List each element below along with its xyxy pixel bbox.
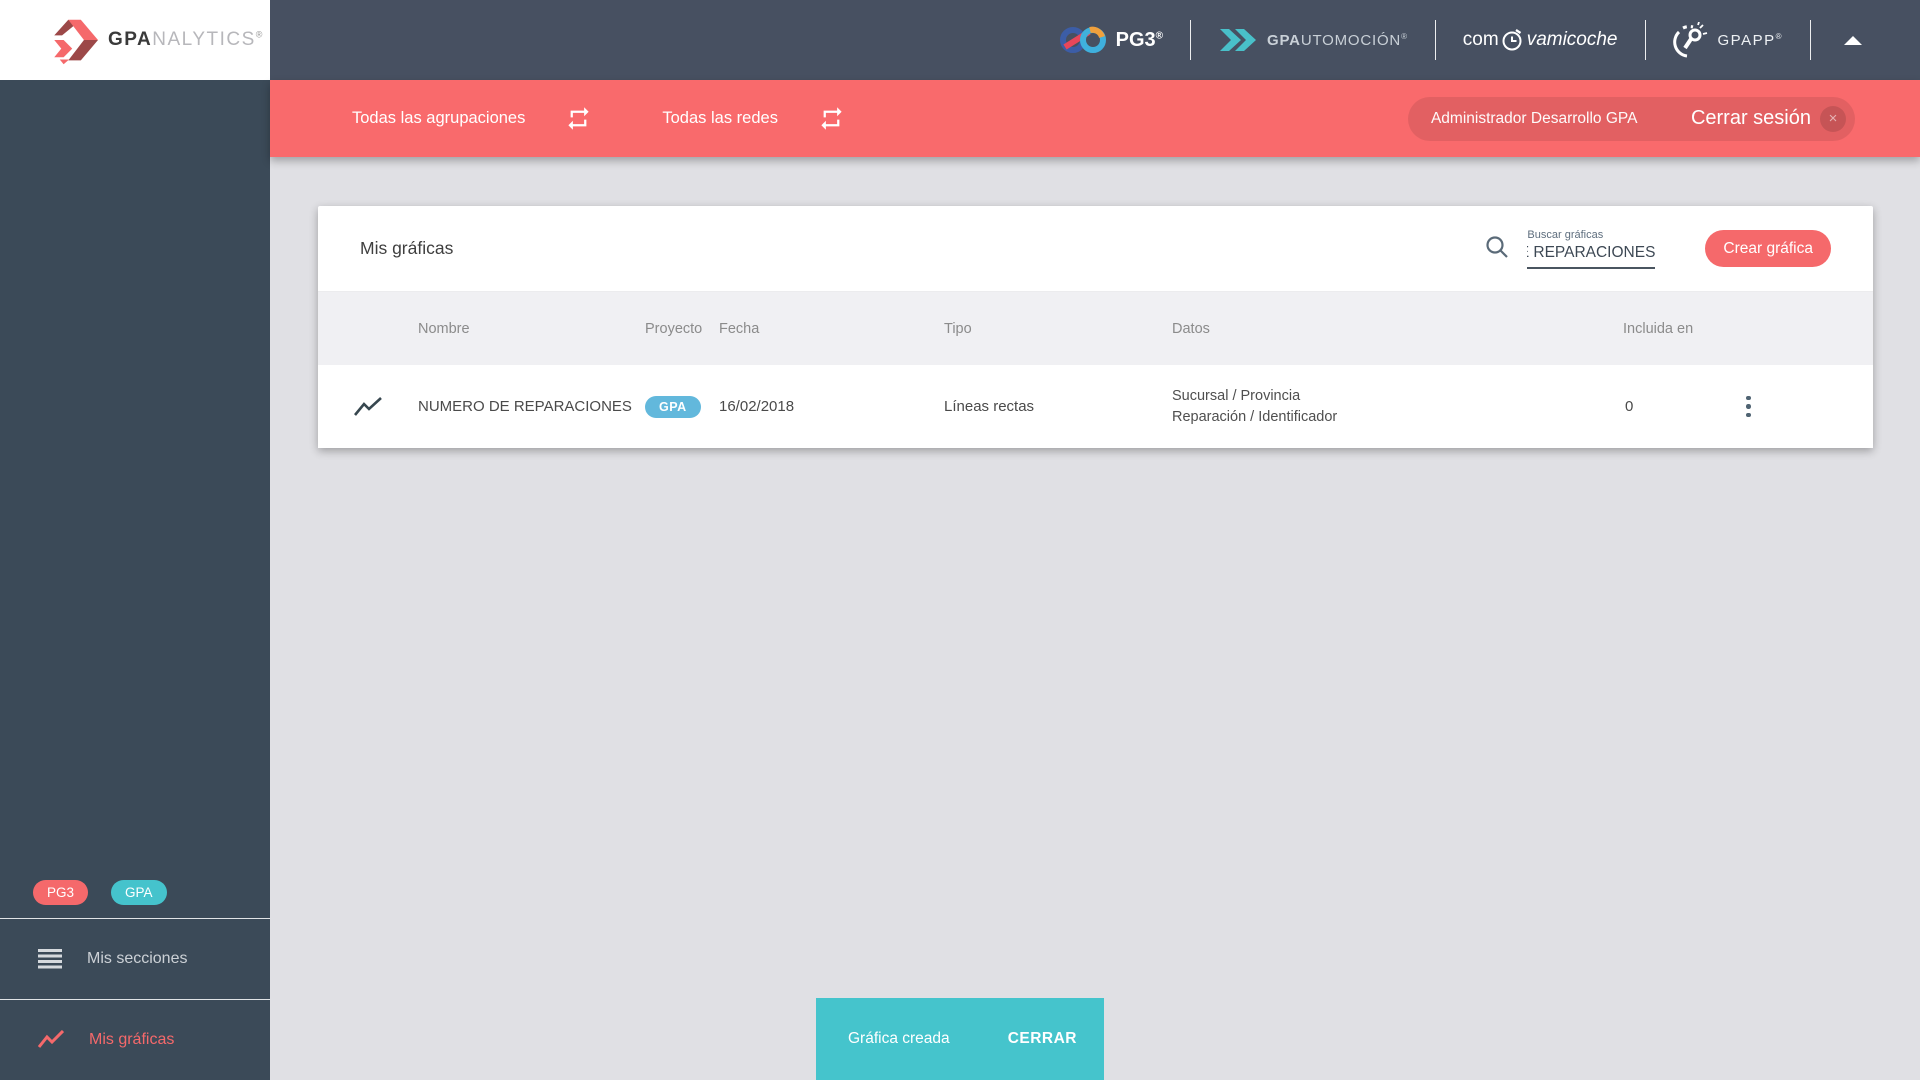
pg3-label: PG3® xyxy=(1115,28,1164,51)
sidebar-item-mis-graficas[interactable]: Mis gráficas xyxy=(0,999,270,1080)
col-incluida-en: Incluida en xyxy=(1623,320,1694,337)
close-icon: × xyxy=(1820,105,1846,132)
col-fecha: Fecha xyxy=(719,320,760,337)
project-badge: GPA xyxy=(645,395,701,418)
badge-gpa[interactable]: GPA xyxy=(111,880,167,905)
search-input[interactable]: DE REPARACIONES xyxy=(1527,244,1656,269)
card-header: Mis gráficas Buscar gráficas DE REPARACI… xyxy=(318,206,1873,291)
table-row[interactable]: NUMERO DE REPARACIONES GPA 16/02/2018 Lí… xyxy=(318,365,1873,448)
chart-line-icon xyxy=(354,396,382,418)
mis-graficas-card: Mis gráficas Buscar gráficas DE REPARACI… xyxy=(318,206,1873,448)
groupings-selector[interactable]: Todas las agrupaciones xyxy=(352,109,525,128)
gpapp-wrench-icon xyxy=(1672,22,1707,58)
brand-pg3[interactable]: PG3® xyxy=(1059,22,1163,58)
toast-close-button[interactable]: CERRAR xyxy=(1008,1030,1077,1048)
main-area: Todas las agrupaciones Todas las redes C… xyxy=(270,80,1920,1080)
body: PG3 GPA Mis secciones Mis gráficas Todas… xyxy=(0,80,1920,1080)
sidebar-item-label: Mis gráficas xyxy=(89,1031,175,1048)
chart-line-icon xyxy=(38,1030,64,1048)
user-session-pill: Cerrar sesión × xyxy=(1407,96,1855,141)
cell-nombre: NUMERO DE REPARACIONES xyxy=(418,398,632,415)
gpautomocion-arrow-icon xyxy=(1220,29,1257,51)
gpapp-label: GPAPP® xyxy=(1717,31,1783,49)
topbar: GPANALYTICS® PG3® GPAUTOMOCIÓN® com vami… xyxy=(0,0,1920,80)
collapse-header-icon[interactable] xyxy=(1844,35,1862,45)
more-vert-icon[interactable] xyxy=(1742,392,1755,422)
divider xyxy=(1434,20,1436,60)
table-header: Nombre Proyecto Fecha Tipo Datos Incluid… xyxy=(318,291,1873,365)
gpautomocion-label: GPAUTOMOCIÓN® xyxy=(1267,31,1408,49)
toast-message: Gráfica creada xyxy=(848,1030,950,1047)
sidebar-item-label: Mis secciones xyxy=(87,950,188,967)
filterbar: Todas las agrupaciones Todas las redes C… xyxy=(270,80,1920,157)
brand-gpautomocion[interactable]: GPAUTOMOCIÓN® xyxy=(1218,25,1408,55)
col-nombre: Nombre xyxy=(418,320,470,337)
gpa-analytics-logo: GPANALYTICS® xyxy=(0,0,270,80)
networks-selector[interactable]: Todas las redes xyxy=(662,109,778,128)
divider xyxy=(1644,20,1646,60)
content: Mis gráficas Buscar gráficas DE REPARACI… xyxy=(270,157,1920,448)
cell-tipo: Líneas rectas xyxy=(944,398,1035,415)
sidebar: PG3 GPA Mis secciones Mis gráficas xyxy=(0,80,270,1080)
gpa-analytics-emblem-icon xyxy=(54,19,98,65)
logout-button[interactable]: Cerrar sesión × xyxy=(1691,105,1846,132)
topbar-brands: PG3® GPAUTOMOCIÓN® com vamicoche GPAPP® xyxy=(270,0,1920,80)
user-field[interactable] xyxy=(1430,109,1645,128)
cell-incluida-en: 0 xyxy=(1625,398,1634,415)
create-chart-button[interactable]: Crear gráfica xyxy=(1705,230,1831,267)
app-root: GPANALYTICS® PG3® GPAUTOMOCIÓN® com vami… xyxy=(0,0,1920,1080)
divider xyxy=(1190,20,1192,60)
badge-pg3[interactable]: PG3 xyxy=(33,880,89,905)
cell-datos: Sucursal / Provincia Reparación / Identi… xyxy=(1172,388,1338,425)
toast: Gráfica creada CERRAR xyxy=(816,998,1104,1080)
repeat-groupings-icon[interactable] xyxy=(565,105,592,132)
search-group: Buscar gráficas DE REPARACIONES xyxy=(1484,228,1656,269)
repeat-networks-icon[interactable] xyxy=(818,105,845,132)
page-title: Mis gráficas xyxy=(360,238,454,258)
search-field[interactable]: Buscar gráficas DE REPARACIONES xyxy=(1527,228,1656,269)
brand-comprovamicoche[interactable]: com vamicoche xyxy=(1463,27,1618,53)
divider xyxy=(1810,20,1811,60)
comprovamicoche-label: com vamicoche xyxy=(1463,27,1618,53)
search-icon[interactable] xyxy=(1484,234,1510,260)
cell-fecha: 16/02/2018 xyxy=(719,398,795,415)
pg3-infinity-icon xyxy=(1059,26,1106,53)
sidebar-badges: PG3 GPA xyxy=(0,880,270,918)
search-label: Buscar gráficas xyxy=(1527,228,1604,241)
logo-wordmark: GPANALYTICS® xyxy=(108,29,264,50)
col-proyecto: Proyecto xyxy=(645,320,703,337)
col-datos: Datos xyxy=(1172,320,1210,337)
sidebar-item-mis-secciones[interactable]: Mis secciones xyxy=(0,918,270,999)
menu-icon xyxy=(38,949,62,969)
clock-icon xyxy=(1502,29,1522,51)
brand-gpapp[interactable]: GPAPP® xyxy=(1672,22,1783,58)
col-tipo: Tipo xyxy=(944,320,972,337)
